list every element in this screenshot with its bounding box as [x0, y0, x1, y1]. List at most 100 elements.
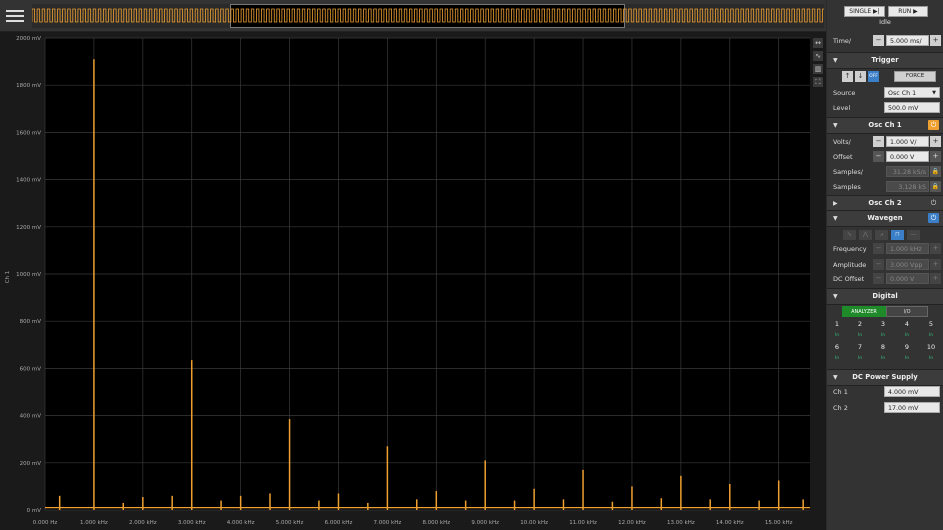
x-tick-label: 8.000 kHz	[422, 520, 450, 526]
amplitude-field[interactable]: 3.000 Vpp	[886, 259, 929, 270]
spectrum-chart: 0 mV 200 mV 400 mV 600 mV 800 mV 1000 mV 1200 …	[5, 36, 810, 526]
top-bar	[0, 0, 826, 32]
frequency-field[interactable]: 1.000 kHz	[886, 243, 929, 254]
digital-pin-1-indicator[interactable]: In	[832, 332, 842, 338]
wavegen-header[interactable]: ▼ Wavegen ⏻	[827, 210, 943, 227]
dc-offset-label: DC Offset	[833, 275, 865, 283]
falling-edge-icon[interactable]: ↓	[855, 71, 866, 82]
digital-pin-5-indicator[interactable]: In	[926, 332, 936, 338]
volts-per-div-field[interactable]: 1.000 V/	[886, 136, 929, 147]
dc-offset-field[interactable]: 0.000 V	[886, 273, 929, 284]
trigger-header[interactable]: ▼ Trigger	[827, 52, 943, 69]
x-tick-label: 10.00 kHz	[520, 520, 548, 526]
frequency-increase-icon[interactable]: +	[930, 243, 941, 254]
x-tick-label: 9.000 kHz	[471, 520, 499, 526]
x-tick-label: 4.000 kHz	[227, 520, 255, 526]
y-tick-label: 600 mV	[20, 366, 42, 372]
x-tick-label: 2.000 kHz	[129, 520, 157, 526]
y-tick-label: 1600 mV	[16, 130, 41, 136]
amplitude-increase-icon[interactable]: +	[930, 259, 941, 270]
y-tick-label: 400 mV	[20, 414, 42, 420]
volts-zoom-out-icon[interactable]: −	[873, 136, 884, 147]
digital-pin-7-indicator[interactable]: In	[855, 355, 865, 361]
sine-wave-icon[interactable]: ∿	[843, 230, 856, 240]
digital-pin-8-label: 8	[880, 343, 886, 351]
trigger-source-select[interactable]: Osc Ch 1 ▼	[884, 87, 940, 98]
osc-ch1-power-icon[interactable]: ⏻	[928, 120, 939, 130]
offset-decrease-icon[interactable]: −	[873, 151, 884, 162]
menu-icon[interactable]	[6, 7, 24, 23]
sawtooth-wave-icon[interactable]: ⩘	[875, 230, 888, 240]
time-per-div-field[interactable]: 5.000 ms/	[886, 35, 929, 46]
time-zoom-in-icon[interactable]: +	[930, 35, 941, 46]
digital-pin-9-label: 9	[904, 343, 910, 351]
digital-pin-3-label: 3	[880, 320, 886, 328]
digital-header[interactable]: ▼ Digital	[827, 288, 943, 305]
single-button[interactable]: SINGLE ▶|	[844, 6, 885, 17]
samples-label: Samples	[833, 183, 861, 191]
time-zoom-out-icon[interactable]: −	[873, 35, 884, 46]
fullscreen-icon[interactable]: ⛶	[813, 77, 823, 87]
overview-trace	[32, 8, 824, 23]
frequency-label: Frequency	[833, 245, 867, 253]
analyzer-tab[interactable]: ANALYZER	[842, 306, 886, 317]
digital-pin-9-indicator[interactable]: In	[902, 355, 912, 361]
measure-tool-icon[interactable]: ∿	[813, 51, 823, 61]
rising-edge-icon[interactable]: ↑	[842, 71, 853, 82]
digital-pin-4-indicator[interactable]: In	[902, 332, 912, 338]
x-tick-label: 3.000 kHz	[178, 520, 206, 526]
y-tick-label: 1800 mV	[16, 83, 41, 89]
amplitude-decrease-icon[interactable]: −	[873, 259, 884, 270]
timeline-overview[interactable]	[32, 4, 824, 28]
digital-pin-10-indicator[interactable]: In	[926, 355, 936, 361]
digital-pin-6-label: 6	[834, 343, 840, 351]
force-trigger-button[interactable]: FORCE	[894, 71, 936, 82]
spectrum-plot[interactable]: 0 mV 200 mV 400 mV 600 mV 800 mV 1000 mV 1200 …	[0, 32, 826, 530]
osc-ch2-power-icon[interactable]: ⏻	[928, 198, 939, 208]
volts-zoom-in-icon[interactable]: +	[930, 136, 941, 147]
trigger-level-field[interactable]: 500.0 mV	[884, 102, 940, 113]
triangle-wave-icon[interactable]: ⋀	[859, 230, 872, 240]
osc-ch2-title: Osc Ch 2	[868, 199, 902, 207]
samples-lock-icon[interactable]: 🔒	[930, 181, 941, 192]
sample-rate-field: 31.28 kS/s	[886, 166, 929, 177]
digital-pin-6-indicator[interactable]: In	[832, 355, 842, 361]
digital-pin-8-indicator[interactable]: In	[878, 355, 888, 361]
offset-label: Offset	[833, 153, 853, 161]
digital-pin-7-label: 7	[857, 343, 863, 351]
square-wave-icon[interactable]: ⊓	[891, 230, 904, 240]
sample-rate-lock-icon[interactable]: 🔒	[930, 166, 941, 177]
fft-tool-icon[interactable]: ▥	[813, 64, 823, 74]
digital-pin-2-indicator[interactable]: In	[855, 332, 865, 338]
x-tick-label: 0.000 Hz	[33, 520, 58, 526]
run-button[interactable]: RUN ▶	[888, 6, 928, 17]
offset-increase-icon[interactable]: +	[930, 151, 941, 162]
y-axis-label: Ch 1	[5, 271, 11, 284]
x-tick-label: 5.000 kHz	[276, 520, 304, 526]
offset-field[interactable]: 0.000 V	[886, 151, 929, 162]
io-tab[interactable]: I/O	[886, 306, 928, 317]
dcps-ch2-label: Ch 2	[833, 404, 848, 412]
x-tick-label: 13.00 kHz	[667, 520, 695, 526]
cursor-tool-icon[interactable]: ↔	[813, 38, 823, 48]
y-tick-labels: 0 mV 200 mV 400 mV 600 mV 800 mV 1000 mV 1200 …	[16, 36, 41, 514]
y-tick-label: 800 mV	[20, 319, 42, 325]
dcps-ch2-field[interactable]: 17.00 mV	[884, 402, 940, 413]
osc-ch1-header[interactable]: ▼ Osc Ch 1 ⏻	[827, 117, 943, 134]
dcps-ch1-field[interactable]: 4.000 mV	[884, 386, 940, 397]
digital-pin-3-indicator[interactable]: In	[878, 332, 888, 338]
frequency-decrease-icon[interactable]: −	[873, 243, 884, 254]
dc-wave-icon[interactable]: —	[907, 230, 920, 240]
dc-offset-increase-icon[interactable]: +	[930, 273, 941, 284]
dc-power-supply-header[interactable]: ▼ DC Power Supply	[827, 369, 943, 386]
wavegen-power-icon[interactable]: ⏻	[928, 213, 939, 223]
y-tick-label: 0 mV	[27, 508, 42, 514]
digital-pin-1-label: 1	[834, 320, 840, 328]
y-tick-label: 200 mV	[20, 461, 42, 467]
dc-power-supply-title: DC Power Supply	[852, 373, 918, 381]
dc-offset-decrease-icon[interactable]: −	[873, 273, 884, 284]
wavegen-title: Wavegen	[867, 214, 903, 222]
x-tick-label: 6.000 kHz	[325, 520, 353, 526]
trigger-off-button[interactable]: OFF	[868, 71, 879, 82]
digital-pin-2-label: 2	[857, 320, 863, 328]
